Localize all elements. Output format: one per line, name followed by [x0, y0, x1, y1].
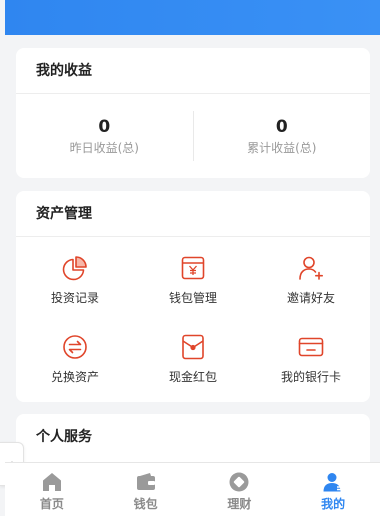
my-bank-card-button[interactable]: 我的银行卡 — [252, 326, 370, 405]
exchange-assets-label: 兑换资产 — [50, 370, 99, 384]
wallet-yen-icon — [178, 253, 208, 283]
asset-grid: 投资记录 钱包管理 邀请好友 兑换资产 现金红包 我的银行卡 — [16, 237, 370, 405]
cash-red-envelope-label: 现金红包 — [168, 370, 217, 384]
top-header-bar — [5, 0, 380, 35]
yesterday-earnings-value: 0 — [98, 116, 111, 137]
tab-mine-label: 我的 — [321, 497, 346, 511]
bank-card-icon — [296, 332, 326, 362]
my-bank-card-label: 我的银行卡 — [280, 370, 341, 384]
red-envelope-icon — [178, 332, 208, 362]
earnings-card: 我的收益 0 昨日收益(总) 0 累计收益(总) — [16, 48, 370, 178]
profile-icon — [322, 471, 344, 493]
tab-home[interactable]: 首页 — [5, 463, 99, 516]
total-earnings-label: 累计收益(总) — [247, 140, 317, 155]
exchange-assets-button[interactable]: 兑换资产 — [16, 326, 134, 405]
tab-wallet[interactable]: 钱包 — [99, 463, 193, 516]
invite-friends-button[interactable]: 邀请好友 — [252, 247, 370, 326]
earnings-title: 我的收益 — [16, 48, 370, 94]
finance-icon — [228, 471, 250, 493]
bottom-tab-bar: 首页 钱包 理财 我的 — [5, 462, 380, 516]
wallet-icon — [135, 471, 157, 493]
total-earnings[interactable]: 0 累计收益(总) — [194, 117, 371, 156]
wallet-management-button[interactable]: 钱包管理 — [134, 247, 252, 326]
tab-wallet-label: 钱包 — [133, 497, 158, 511]
tab-mine[interactable]: 我的 — [286, 463, 380, 516]
investment-records-label: 投资记录 — [50, 291, 99, 305]
earnings-row: 0 昨日收益(总) 0 累计收益(总) — [16, 94, 370, 178]
add-user-icon — [296, 253, 326, 283]
asset-management-title: 资产管理 — [16, 191, 370, 237]
wallet-management-label: 钱包管理 — [168, 291, 217, 305]
invite-friends-label: 邀请好友 — [286, 291, 335, 305]
yesterday-earnings-label: 昨日收益(总) — [69, 140, 139, 155]
home-icon — [41, 471, 63, 493]
cash-red-envelope-button[interactable]: 现金红包 — [134, 326, 252, 405]
tab-home-label: 首页 — [39, 497, 64, 511]
yesterday-earnings[interactable]: 0 昨日收益(总) — [16, 117, 193, 156]
tab-finance-label: 理财 — [227, 497, 252, 511]
total-earnings-value: 0 — [275, 116, 288, 137]
pie-chart-icon — [60, 253, 90, 283]
asset-management-card: 资产管理 投资记录 钱包管理 邀请好友 兑换资产 现金红包 我的银行卡 — [16, 191, 370, 402]
exchange-icon — [60, 332, 90, 362]
personal-services-title: 个人服务 — [36, 429, 92, 445]
investment-records-button[interactable]: 投资记录 — [16, 247, 134, 326]
tab-finance[interactable]: 理财 — [193, 463, 287, 516]
